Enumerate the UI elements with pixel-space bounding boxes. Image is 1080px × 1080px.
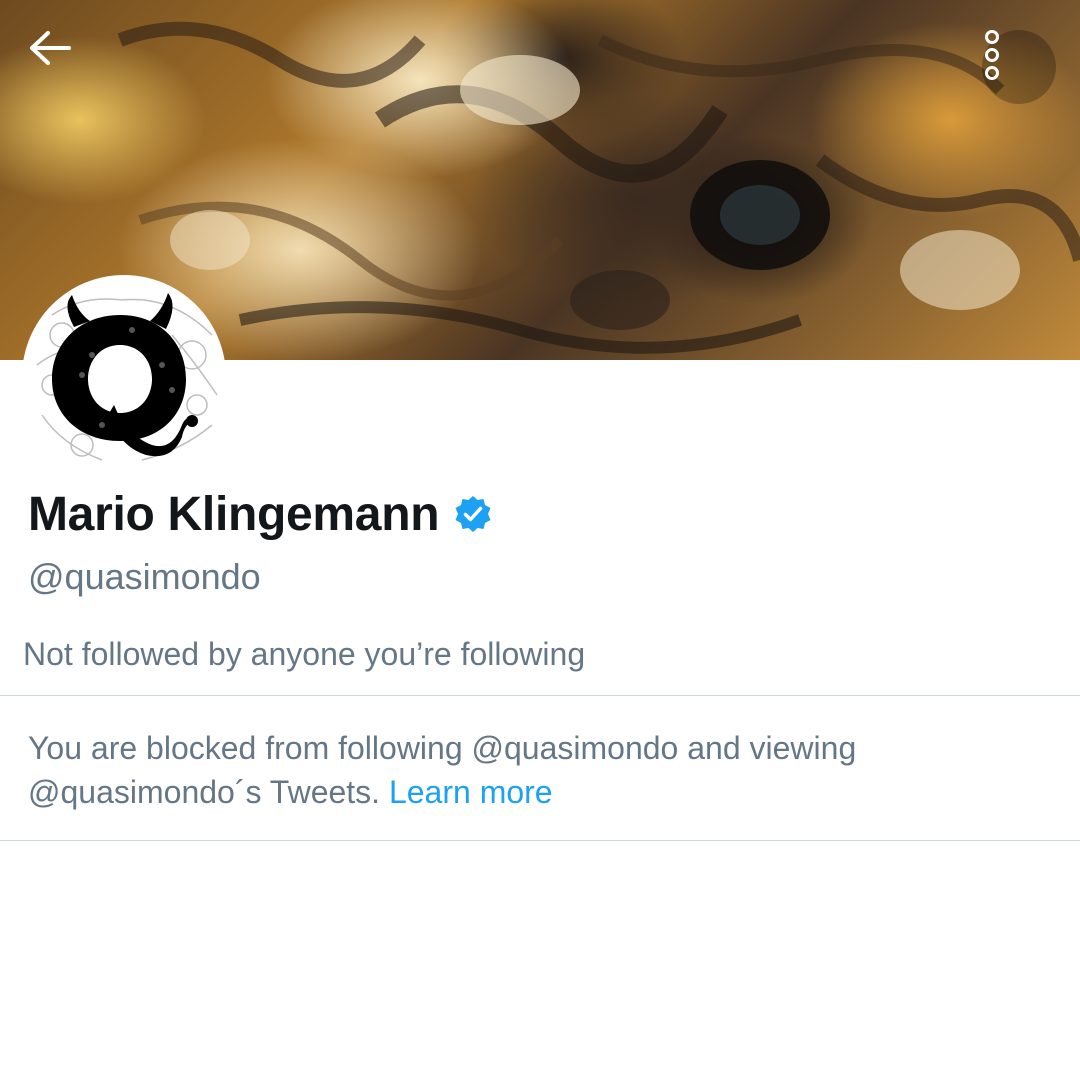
divider [0, 695, 1080, 696]
learn-more-link[interactable]: Learn more [389, 774, 553, 810]
more-vertical-icon [985, 30, 999, 80]
profile-handle: @quasimondo [28, 556, 261, 597]
profile-avatar[interactable] [22, 275, 226, 479]
profile-page: Mario Klingemann @quasimondo Not followe… [0, 0, 1080, 1080]
name-row: Mario Klingemann [28, 482, 493, 546]
followed-by-text: Not followed by anyone you’re following [23, 636, 586, 672]
blocked-notice: You are blocked from following @quasimon… [28, 726, 1048, 814]
display-name: Mario Klingemann [28, 487, 440, 541]
more-options-button[interactable] [982, 30, 1056, 104]
back-button[interactable] [28, 30, 104, 100]
verified-badge-icon [453, 494, 493, 534]
divider [0, 840, 1080, 841]
q-devil-logo-avatar [36, 293, 218, 461]
arrow-left-icon [30, 31, 71, 65]
